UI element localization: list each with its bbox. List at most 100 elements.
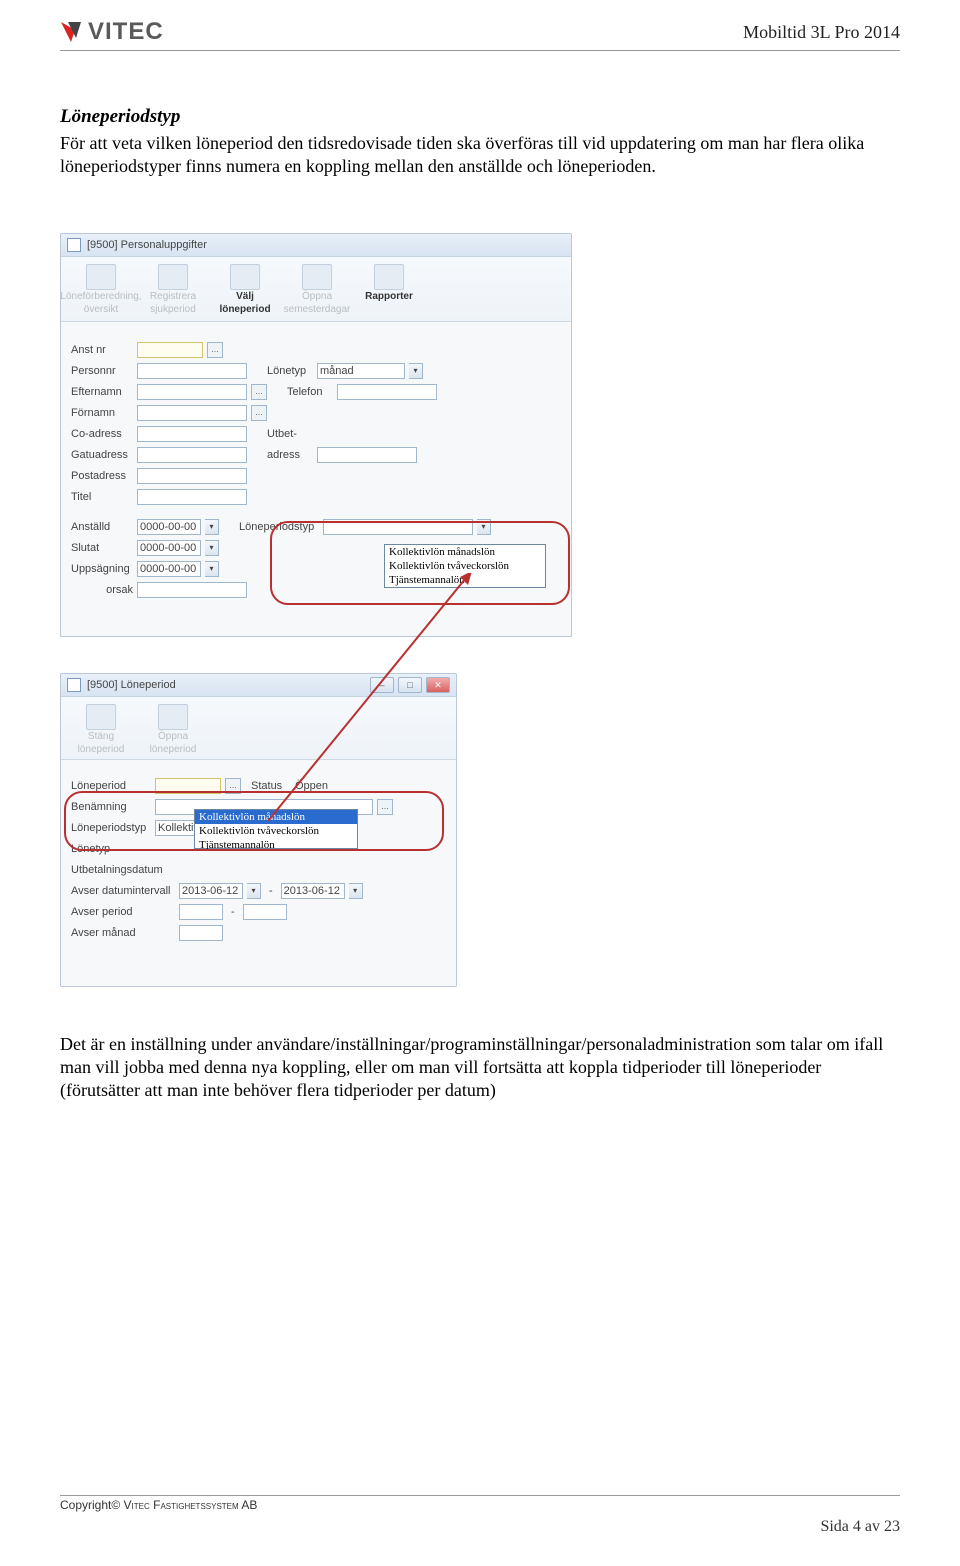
header-right: Mobiltid 3L Pro 2014 (743, 22, 900, 43)
date-dropdown[interactable]: ▾ (205, 519, 219, 535)
tbtn-label: löneperiod (78, 745, 125, 756)
window-title-2: [9500] Löneperiod (87, 679, 176, 691)
input-uppsagning[interactable]: 0000-00-00 (137, 561, 201, 577)
tbtn-icon (158, 704, 188, 730)
label-telefon: Telefon (287, 386, 333, 398)
window-icon (67, 678, 81, 692)
label-gatuadress: Gatuadress (71, 449, 133, 461)
tbtn-oppna-loneperiod[interactable]: Öppnalöneperiod (139, 701, 207, 759)
paragraph-1: För att veta vilken löneperiod den tidsr… (60, 132, 900, 178)
tbtn-oppna-semester[interactable]: Öppna semesterdagar (283, 261, 351, 321)
tbtn-label: Öppna (302, 292, 332, 303)
tbtn-rapporter[interactable]: Rapporter (355, 261, 423, 321)
footer-left: Copyright© Vitec Fastighetssystem AB (60, 1498, 257, 1512)
label-avser-manad: Avser månad (71, 927, 175, 939)
date-dropdown[interactable]: ▾ (205, 540, 219, 556)
tbtn-label: översikt (84, 305, 118, 316)
tbtn-icon (86, 264, 116, 290)
input-date-from[interactable]: 2013-06-12 (179, 883, 243, 899)
label-uppsagning: Uppsägning (71, 563, 133, 575)
tbtn-registrera[interactable]: Registrera sjukperiod (139, 261, 207, 321)
label-dash: - (227, 906, 239, 918)
label-slutat: Slutat (71, 542, 133, 554)
screenshot-area: [9500] Personaluppgifter Löneförberednin… (60, 233, 600, 1003)
date-dropdown[interactable]: ▾ (205, 561, 219, 577)
input-anstald[interactable]: 0000-00-00 (137, 519, 201, 535)
logo-icon (60, 21, 82, 43)
footer-copyright: Copyright© (60, 1498, 124, 1512)
input-slutat[interactable]: 0000-00-00 (137, 540, 201, 556)
tbtn-stang-loneperiod[interactable]: Stäng löneperiod (67, 701, 135, 759)
paragraph-2: Det är en inställning under användare/in… (60, 1033, 900, 1102)
page-footer: Copyright© Vitec Fastighetssystem AB Sid… (60, 1495, 900, 1536)
tbtn-label: semesterdagar (284, 305, 351, 316)
input-titel[interactable] (137, 489, 247, 505)
input-avser-period-2[interactable] (243, 904, 287, 920)
label-titel: Titel (71, 491, 133, 503)
lookup-button[interactable]: … (251, 384, 267, 400)
window-icon (67, 238, 81, 252)
label-efternamn: Efternamn (71, 386, 133, 398)
input-date-to[interactable]: 2013-06-12 (281, 883, 345, 899)
label-anstald: Anställd (71, 521, 133, 533)
tbtn-label: löneperiod (219, 305, 270, 316)
tbtn-label: Registrera (150, 292, 196, 303)
lookup-button[interactable]: … (251, 405, 267, 421)
input-avser-period-1[interactable] (179, 904, 223, 920)
tbtn-label: sjukperiod (150, 305, 196, 316)
input-telefon[interactable] (337, 384, 437, 400)
tbtn-loneforberedning[interactable]: Löneförberedning,översikt (67, 261, 135, 321)
highlight-ring-1 (270, 521, 570, 605)
tbtn-label: Rapporter (365, 292, 413, 303)
titlebar-1: [9500] Personaluppgifter (61, 234, 571, 257)
input-coadress[interactable] (137, 426, 247, 442)
input-lonetyp[interactable]: månad (317, 363, 405, 379)
close-button[interactable]: ✕ (426, 677, 450, 693)
brand-logo: VITEC (60, 18, 164, 46)
tbtn-icon (302, 264, 332, 290)
footer-page-number: Sida 4 av 23 (60, 1518, 900, 1536)
input-orsak[interactable] (137, 582, 247, 598)
date-dropdown[interactable]: ▾ (349, 883, 363, 899)
label-lonetyp: Lönetyp (267, 365, 313, 377)
input-anst-nr[interactable] (137, 342, 203, 358)
brand-text: VITEC (88, 18, 164, 46)
tbtn-label: Stäng (88, 732, 114, 743)
label-avser-period: Avser period (71, 906, 175, 918)
highlight-ring-2 (64, 791, 444, 851)
input-efternamn[interactable] (137, 384, 247, 400)
input-gatuadress[interactable] (137, 447, 247, 463)
label-avser-intervall: Avser datumintervall (71, 885, 175, 897)
window-title-1: [9500] Personaluppgifter (87, 239, 207, 251)
page-header: VITEC Mobiltid 3L Pro 2014 (60, 18, 900, 51)
form-2: Löneperiod … Status Öppen Benämning … Lö… (61, 760, 456, 950)
date-dropdown[interactable]: ▾ (247, 883, 261, 899)
label-utbetadress2: adress (267, 449, 313, 461)
label-utbetalningsdatum: Utbetalningsdatum (71, 864, 175, 876)
label-utbetadress: Utbet- (267, 428, 313, 440)
maximize-button[interactable]: □ (398, 677, 422, 693)
tbtn-label: Löneförberedning, (60, 292, 141, 303)
input-personnr[interactable] (137, 363, 247, 379)
tbtn-label: Öppna (158, 732, 188, 743)
dropdown-lonetyp[interactable]: ▾ (409, 363, 423, 379)
input-postadress[interactable] (137, 468, 247, 484)
label-postadress: Postadress (71, 470, 133, 482)
label-fornamn: Förnamn (71, 407, 133, 419)
tbtn-valj-loneperiod[interactable]: Väljlöneperiod (211, 261, 279, 321)
input-avser-manad[interactable] (179, 925, 223, 941)
label-coadress: Co-adress (71, 428, 133, 440)
toolbar-2: Stäng löneperiod Öppnalöneperiod (61, 697, 456, 760)
tbtn-icon (374, 264, 404, 290)
label-dash: - (265, 885, 277, 897)
input-utbetadress[interactable] (317, 447, 417, 463)
titlebar-2: [9500] Löneperiod – □ ✕ (61, 674, 456, 697)
toolbar-1: Löneförberedning,översikt Registrerasjuk… (61, 257, 571, 322)
footer-company: Vitec Fastighetssystem AB (124, 1498, 258, 1512)
lookup-button[interactable]: … (207, 342, 223, 358)
input-fornamn[interactable] (137, 405, 247, 421)
minimize-button[interactable]: – (370, 677, 394, 693)
label-orsak: orsak (71, 584, 133, 596)
section-title: Löneperiodstyp (60, 106, 900, 128)
page: VITEC Mobiltid 3L Pro 2014 Löneperiodsty… (0, 0, 960, 1566)
